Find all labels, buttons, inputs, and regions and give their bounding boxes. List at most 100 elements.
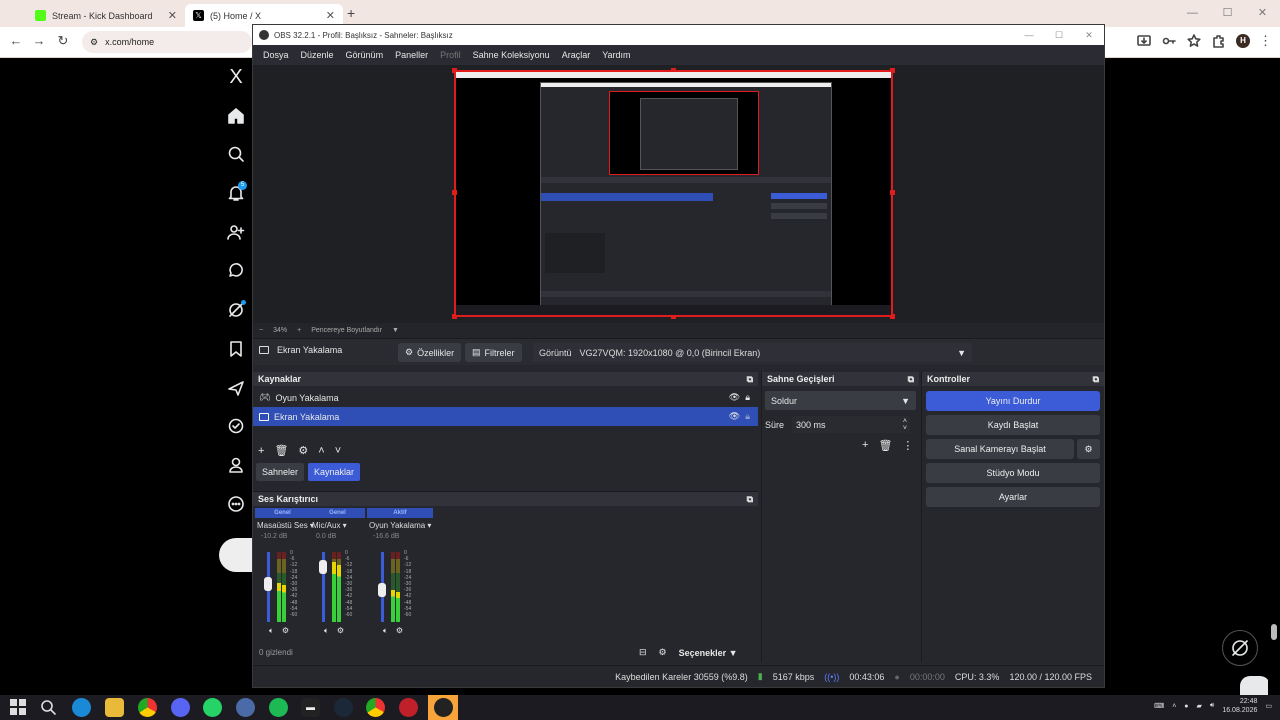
transition-menu-icon[interactable]: ⋮ xyxy=(902,439,913,452)
obs-minimize-icon[interactable]: — xyxy=(1014,30,1044,41)
resize-handle[interactable] xyxy=(890,190,895,195)
follow-icon[interactable] xyxy=(226,222,246,242)
scroll-thumb[interactable] xyxy=(1271,624,1277,640)
lock-icon[interactable]: 🔒︎ xyxy=(745,392,750,403)
resize-handle[interactable] xyxy=(452,190,457,195)
profile-icon[interactable] xyxy=(226,455,246,475)
tab-sources[interactable]: Kaynaklar xyxy=(308,463,361,481)
studio-mode-button[interactable]: Stüdyo Modu xyxy=(926,463,1100,483)
menu-sahne-koleksiyonu[interactable]: Sahne Koleksiyonu xyxy=(467,50,556,60)
move-up-icon[interactable]: ˄ xyxy=(318,445,324,457)
discord-icon[interactable] xyxy=(171,698,190,717)
mute-speaker-icon[interactable]: 🔈︎ xyxy=(383,626,388,636)
app-icon[interactable] xyxy=(236,698,255,717)
search-icon[interactable] xyxy=(226,144,246,164)
preview-canvas[interactable] xyxy=(452,68,895,319)
properties-button[interactable]: ⚙ Özellikler xyxy=(398,343,462,362)
source-settings-icon[interactable]: ⚙ xyxy=(298,444,308,457)
install-app-icon[interactable] xyxy=(1136,33,1152,49)
network-icon[interactable]: ▰ xyxy=(1197,702,1202,710)
mixer-advanced-icon[interactable]: ⚙ xyxy=(659,647,667,658)
whatsapp-icon[interactable] xyxy=(203,698,222,717)
virtual-camera-settings-button[interactable]: ⚙ xyxy=(1077,439,1100,459)
keyboard-icon[interactable]: ⌨ xyxy=(1154,702,1164,710)
settings-button[interactable]: Ayarlar xyxy=(926,487,1100,507)
extensions-icon[interactable] xyxy=(1211,33,1227,49)
file-explorer-icon[interactable] xyxy=(105,698,124,717)
channel-name[interactable]: Oyun Yakalama ▾ xyxy=(367,521,433,530)
menu-profil[interactable]: Profil xyxy=(434,50,467,60)
dock-float-icon[interactable]: ⧉ xyxy=(1093,374,1099,385)
channel-menu-icon[interactable]: ⚙ xyxy=(396,626,403,636)
transition-select[interactable]: Soldur ▼ xyxy=(765,391,916,410)
tab-kick-dashboard[interactable]: Stream - Kick Dashboard ✕ xyxy=(27,4,185,27)
options-button[interactable]: Seçenekler ▼ xyxy=(679,648,738,658)
volume-slider-thumb[interactable] xyxy=(264,577,272,591)
obs-maximize-icon[interactable]: ☐ xyxy=(1044,30,1074,41)
app-red-icon[interactable] xyxy=(399,698,418,717)
obs-close-icon[interactable]: ✕ xyxy=(1074,30,1104,41)
edge-icon[interactable] xyxy=(72,698,91,717)
menu-duzenle[interactable]: Düzenle xyxy=(295,50,340,60)
home-icon[interactable] xyxy=(226,106,246,126)
tray-app-icon[interactable]: ● xyxy=(1184,703,1188,710)
mute-speaker-icon[interactable]: 🔈︎ xyxy=(324,626,329,636)
site-info-icon[interactable]: ⚙ xyxy=(90,37,98,48)
add-source-icon[interactable]: + xyxy=(258,445,264,457)
stop-stream-button[interactable]: Yayını Durdur xyxy=(926,391,1100,411)
close-icon[interactable]: ✕ xyxy=(1245,0,1280,27)
zoom-dropdown-icon[interactable]: ▼ xyxy=(392,327,399,334)
menu-paneller[interactable]: Paneller xyxy=(389,50,434,60)
dock-float-icon[interactable]: ⧉ xyxy=(747,494,753,505)
mute-speaker-icon[interactable]: 🔈︎ xyxy=(269,626,274,636)
menu-gorunum[interactable]: Görünüm xyxy=(340,50,390,60)
reload-button[interactable]: ↻ xyxy=(53,33,73,51)
epic-games-icon[interactable]: ▬ xyxy=(301,698,320,717)
volume-slider-thumb[interactable] xyxy=(378,583,386,597)
browser-menu-icon[interactable]: ⋮ xyxy=(1259,33,1272,49)
steam-icon[interactable] xyxy=(334,698,353,717)
grok-icon[interactable] xyxy=(226,300,246,320)
tab-scenes[interactable]: Sahneler xyxy=(256,463,305,481)
messages-drawer-button[interactable] xyxy=(1240,676,1270,696)
duration-stepper-icon[interactable]: ˄ ˅ xyxy=(903,418,910,432)
tray-expand-icon[interactable]: ˄ xyxy=(1172,703,1176,710)
forward-button[interactable]: → xyxy=(29,33,49,51)
new-tab-button[interactable]: + xyxy=(347,5,355,21)
close-tab-icon[interactable]: ✕ xyxy=(326,9,335,22)
minimize-icon[interactable]: — xyxy=(1175,0,1210,27)
maximize-icon[interactable]: ☐ xyxy=(1210,0,1245,27)
start-icon[interactable] xyxy=(10,699,26,715)
menu-dosya[interactable]: Dosya xyxy=(257,50,295,60)
channel-name[interactable]: Mic/Aux ▾ xyxy=(310,521,365,530)
menu-yardim[interactable]: Yardım xyxy=(596,50,636,60)
close-tab-icon[interactable]: ✕ xyxy=(168,9,177,22)
add-transition-icon[interactable]: + xyxy=(862,439,868,452)
start-virtual-camera-button[interactable]: Sanal Kamerayı Başlat xyxy=(926,439,1074,459)
chrome-icon[interactable] xyxy=(138,698,157,717)
dock-float-icon[interactable]: ⧉ xyxy=(908,374,914,385)
zoom-out-button[interactable]: − xyxy=(259,327,263,334)
obs-preview-area[interactable] xyxy=(253,65,1104,323)
messages-icon[interactable] xyxy=(226,261,246,281)
obs-taskbar-active[interactable] xyxy=(428,695,458,720)
page-scrollbar[interactable] xyxy=(1268,58,1280,695)
back-button[interactable]: ← xyxy=(6,33,26,51)
password-key-icon[interactable] xyxy=(1161,33,1177,49)
channel-name[interactable]: Masaüstü Ses ▾ xyxy=(255,521,314,530)
move-down-icon[interactable]: ˅ xyxy=(335,445,341,457)
x-logo-icon[interactable]: X xyxy=(226,67,246,87)
menu-araclar[interactable]: Araçlar xyxy=(556,50,597,60)
bookmark-star-icon[interactable] xyxy=(1186,33,1202,49)
post-button[interactable] xyxy=(219,538,253,572)
fit-to-window-label[interactable]: Pencereye Boyutlandır xyxy=(311,327,382,334)
source-row-ekran-yakalama[interactable]: Ekran Yakalama 👁︎ 🔒︎ xyxy=(253,407,758,426)
taskbar-search-icon[interactable] xyxy=(39,698,57,716)
start-recording-button[interactable]: Kaydı Başlat xyxy=(926,415,1100,435)
duration-input[interactable]: 300 ms ˄ ˅ xyxy=(792,416,911,433)
remove-transition-icon[interactable]: 🗑︎ xyxy=(878,439,892,452)
grok-floating-button[interactable] xyxy=(1222,630,1258,666)
volume-slider-thumb[interactable] xyxy=(319,560,327,574)
bookmark-icon[interactable] xyxy=(226,339,246,359)
filters-button[interactable]: ▤ Filtreler xyxy=(465,343,522,362)
